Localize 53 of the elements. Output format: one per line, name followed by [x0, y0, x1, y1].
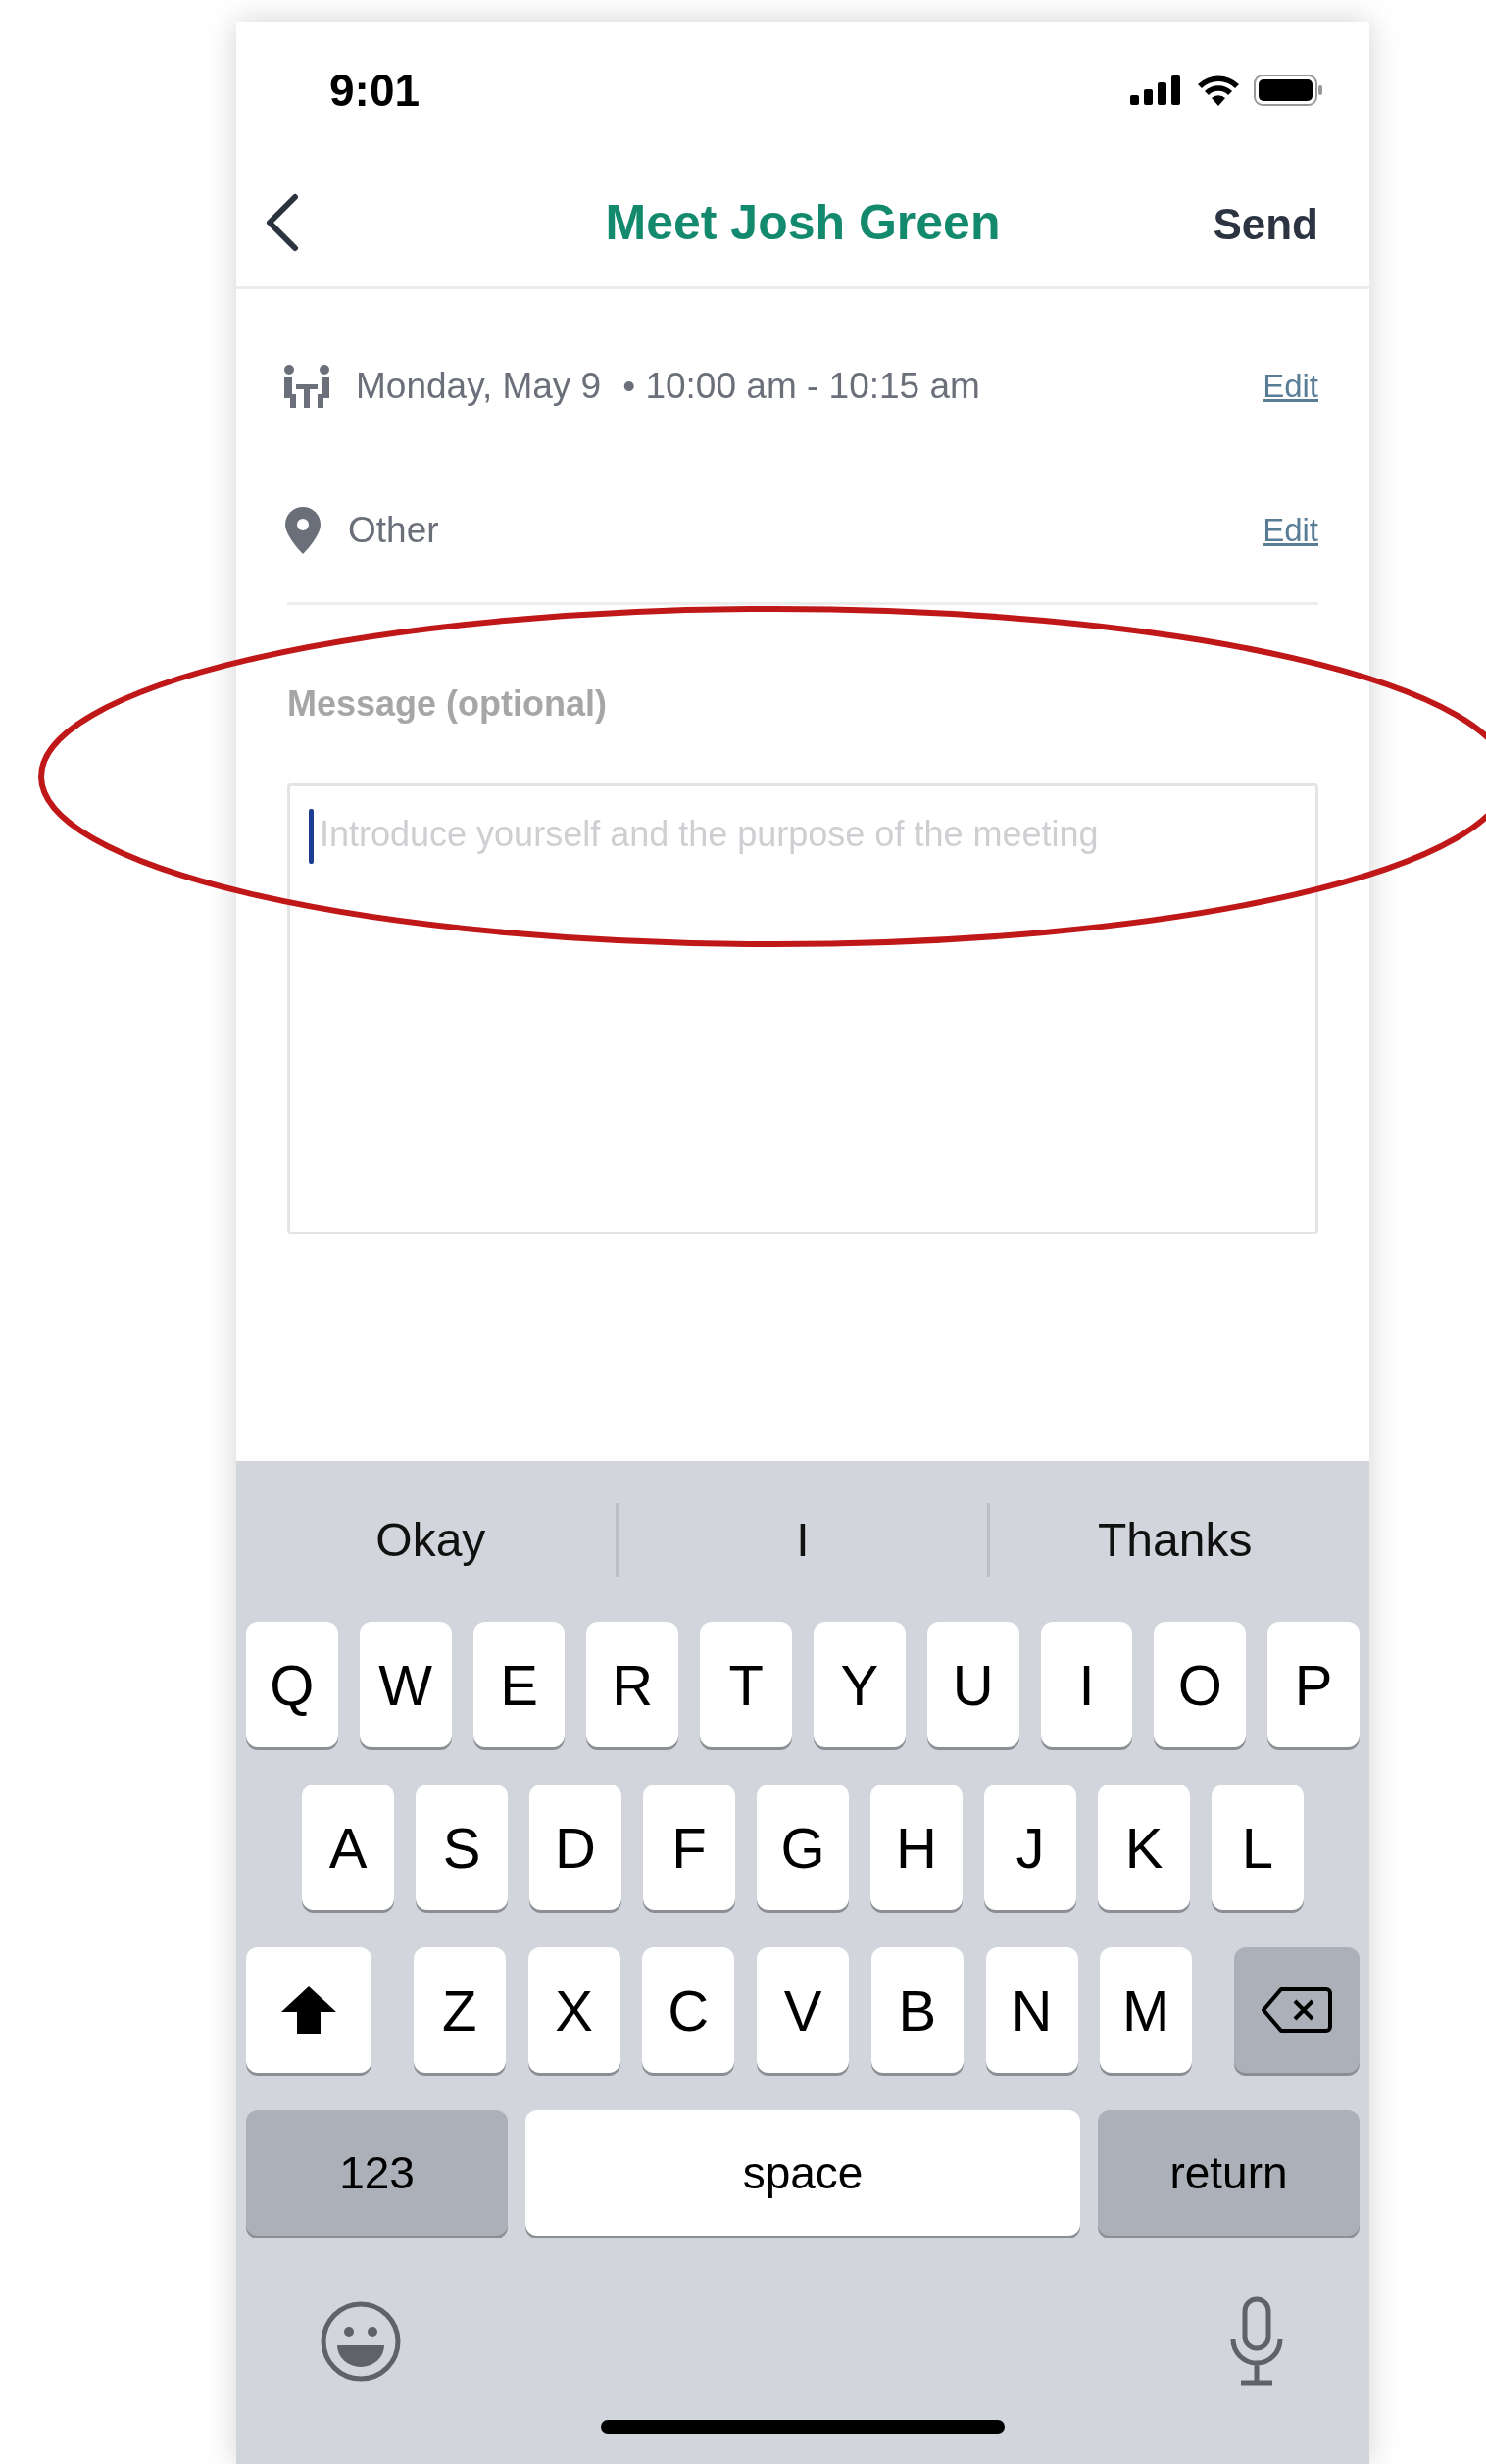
letter-key[interactable]: L	[1212, 1785, 1304, 1910]
location-pin-icon	[283, 506, 322, 554]
edit-link[interactable]: Edit	[1263, 511, 1318, 549]
letter-key[interactable]: H	[870, 1785, 963, 1910]
letter-key[interactable]: E	[472, 1622, 566, 1747]
back-icon[interactable]	[264, 193, 299, 252]
letter-key[interactable]: F	[643, 1785, 735, 1910]
emoji-icon[interactable]	[320, 2300, 402, 2383]
letter-key[interactable]: Z	[413, 1947, 506, 2073]
message-label: Message (optional)	[287, 683, 609, 725]
suggestion-item[interactable]: I	[618, 1512, 988, 1567]
battery-icon	[1254, 75, 1324, 106]
screen-title: Meet Josh Green	[605, 194, 1001, 251]
letter-key[interactable]: K	[1098, 1785, 1190, 1910]
suggestion-item[interactable]: Okay	[246, 1512, 616, 1567]
return-key[interactable]: return	[1098, 2110, 1360, 2236]
letter-key[interactable]: X	[527, 1947, 620, 2073]
shift-key[interactable]	[246, 1947, 372, 2073]
signal-icon	[1130, 75, 1183, 105]
wifi-icon	[1197, 75, 1240, 106]
letter-key[interactable]: N	[985, 1947, 1078, 2073]
letter-key[interactable]: V	[757, 1947, 849, 2073]
send-button[interactable]: Send	[1213, 200, 1318, 249]
letter-key[interactable]: P	[1267, 1622, 1360, 1747]
letter-key[interactable]: Y	[814, 1622, 906, 1747]
letter-key[interactable]: U	[926, 1622, 1019, 1747]
delete-key[interactable]	[1234, 1947, 1360, 2073]
meeting-time: • 10:00 am - 10:15 am	[622, 365, 980, 407]
letter-key[interactable]: C	[642, 1947, 735, 2073]
letter-key[interactable]: R	[586, 1622, 679, 1747]
letter-key[interactable]: G	[757, 1785, 849, 1910]
letter-key[interactable]: D	[529, 1785, 621, 1910]
shift-icon	[279, 1985, 338, 2036]
backspace-icon	[1262, 1986, 1332, 2034]
edit-link[interactable]: Edit	[1263, 367, 1318, 405]
meeting-icon	[283, 364, 330, 408]
letter-key[interactable]: J	[984, 1785, 1076, 1910]
numbers-key[interactable]: 123	[246, 2110, 508, 2236]
letter-key[interactable]: W	[359, 1622, 452, 1747]
letter-key[interactable]: S	[416, 1785, 508, 1910]
suggestion-item[interactable]: Thanks	[990, 1512, 1360, 1567]
text-cursor-icon	[309, 809, 314, 864]
meeting-date: Monday, May 9	[356, 365, 602, 407]
space-key[interactable]: space	[525, 2110, 1080, 2236]
letter-key[interactable]: T	[700, 1622, 792, 1747]
meeting-location: Other	[348, 509, 439, 551]
status-time: 9:01	[329, 64, 421, 117]
letter-key[interactable]: I	[1040, 1622, 1133, 1747]
letter-key[interactable]: Q	[246, 1622, 338, 1747]
letter-key[interactable]: M	[1100, 1947, 1193, 2073]
letter-key[interactable]: A	[302, 1785, 394, 1910]
letter-key[interactable]: O	[1154, 1622, 1247, 1747]
letter-key[interactable]: B	[870, 1947, 964, 2073]
